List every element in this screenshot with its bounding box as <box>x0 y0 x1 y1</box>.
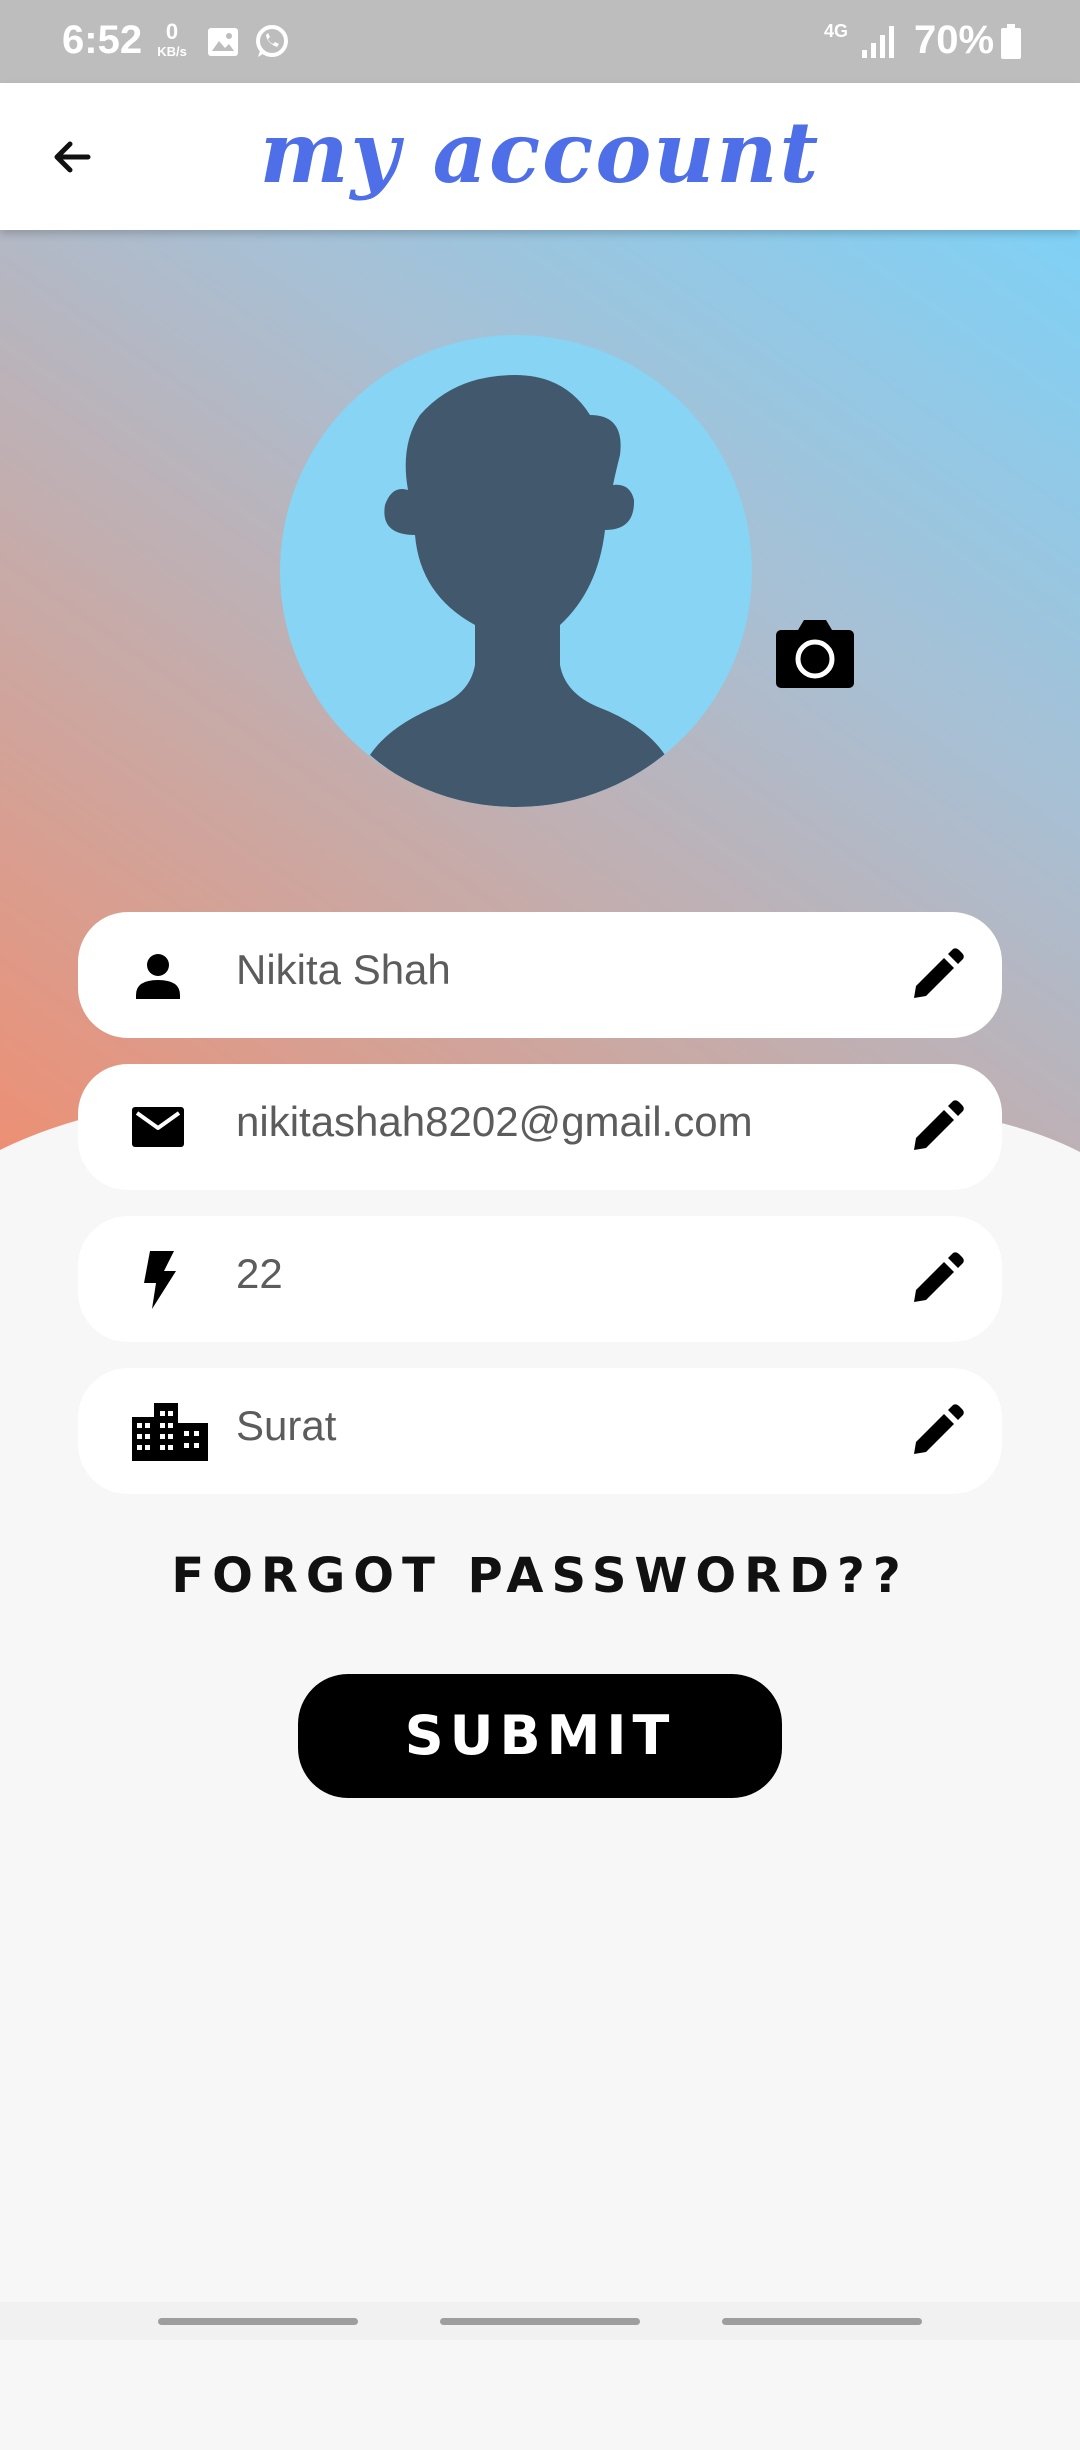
net-speed-unit: KB/s <box>157 44 187 59</box>
mail-icon <box>132 1107 184 1147</box>
email-value: nikitashah8202@gmail.com <box>236 1098 753 1145</box>
submit-button[interactable]: SUBMIT <box>298 1674 782 1798</box>
email-field[interactable]: nikitashah8202@gmail.com <box>78 1064 1002 1190</box>
status-bar: 6:52 0 KB/s 4G 70% <box>0 0 1080 83</box>
name-value: Nikita Shah <box>236 946 451 993</box>
bolt-icon <box>144 1251 176 1309</box>
nav-pill-right[interactable] <box>722 2318 922 2325</box>
nav-pill-left[interactable] <box>158 2318 358 2325</box>
battery-icon <box>1001 24 1021 59</box>
age-field[interactable]: 22 <box>78 1216 1002 1342</box>
network-type: 4G <box>824 21 849 41</box>
pencil-icon[interactable] <box>906 1098 966 1158</box>
person-silhouette-icon <box>370 375 665 807</box>
name-field[interactable]: Nikita Shah <box>78 912 1002 1038</box>
pencil-icon[interactable] <box>906 1250 966 1310</box>
navigation-bar <box>0 2302 1080 2340</box>
signal-icon <box>862 26 894 58</box>
battery-percent: 70% <box>914 18 995 62</box>
net-speed-value: 0 <box>165 19 179 44</box>
forgot-password-link[interactable]: FORGOT PASSWORD?? <box>0 1548 1080 1604</box>
nav-pill-center[interactable] <box>440 2318 640 2325</box>
city-icon <box>132 1403 208 1461</box>
whatsapp-icon <box>256 25 288 57</box>
age-value: 22 <box>236 1250 283 1297</box>
city-field[interactable]: Surat <box>78 1368 1002 1494</box>
avatar[interactable] <box>280 335 752 807</box>
pencil-icon[interactable] <box>906 1402 966 1462</box>
page-title: my account <box>259 103 821 202</box>
person-icon <box>136 954 180 999</box>
net-speed: 0 KB/s <box>152 19 192 60</box>
camera-icon[interactable] <box>774 618 856 690</box>
gallery-icon <box>208 28 238 56</box>
city-value: Surat <box>236 1402 337 1449</box>
status-time: 6:52 <box>62 18 143 62</box>
app-bar: my account <box>0 83 1080 230</box>
pencil-icon[interactable] <box>906 946 966 1006</box>
